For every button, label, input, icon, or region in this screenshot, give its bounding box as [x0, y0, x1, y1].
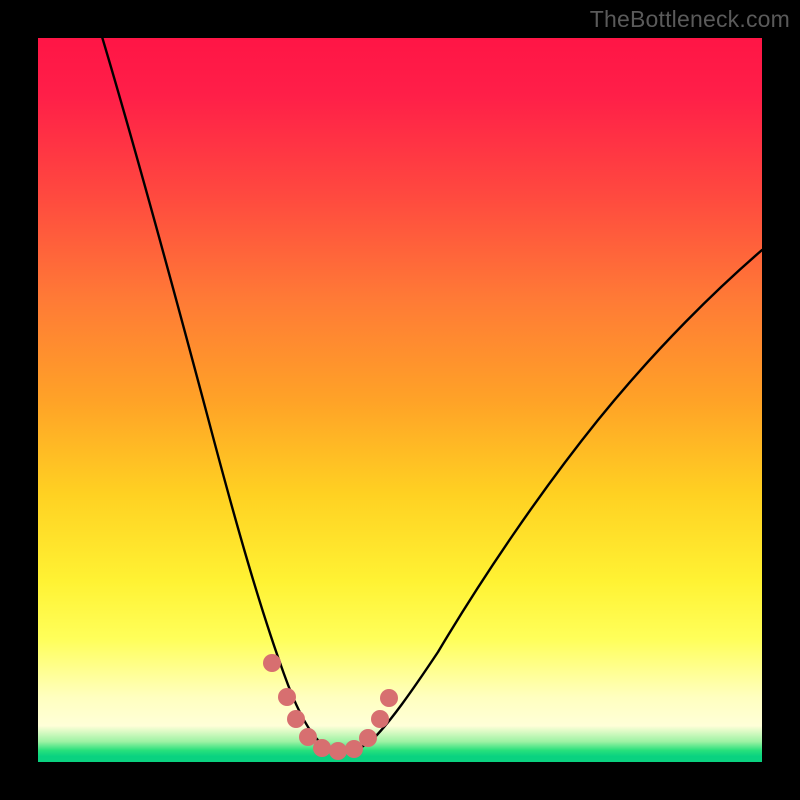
bottleneck-curve [100, 38, 762, 752]
watermark-text: TheBottleneck.com [590, 6, 790, 33]
chart-frame: TheBottleneck.com [0, 0, 800, 800]
plot-area [38, 38, 762, 762]
chart-svg [38, 38, 762, 762]
